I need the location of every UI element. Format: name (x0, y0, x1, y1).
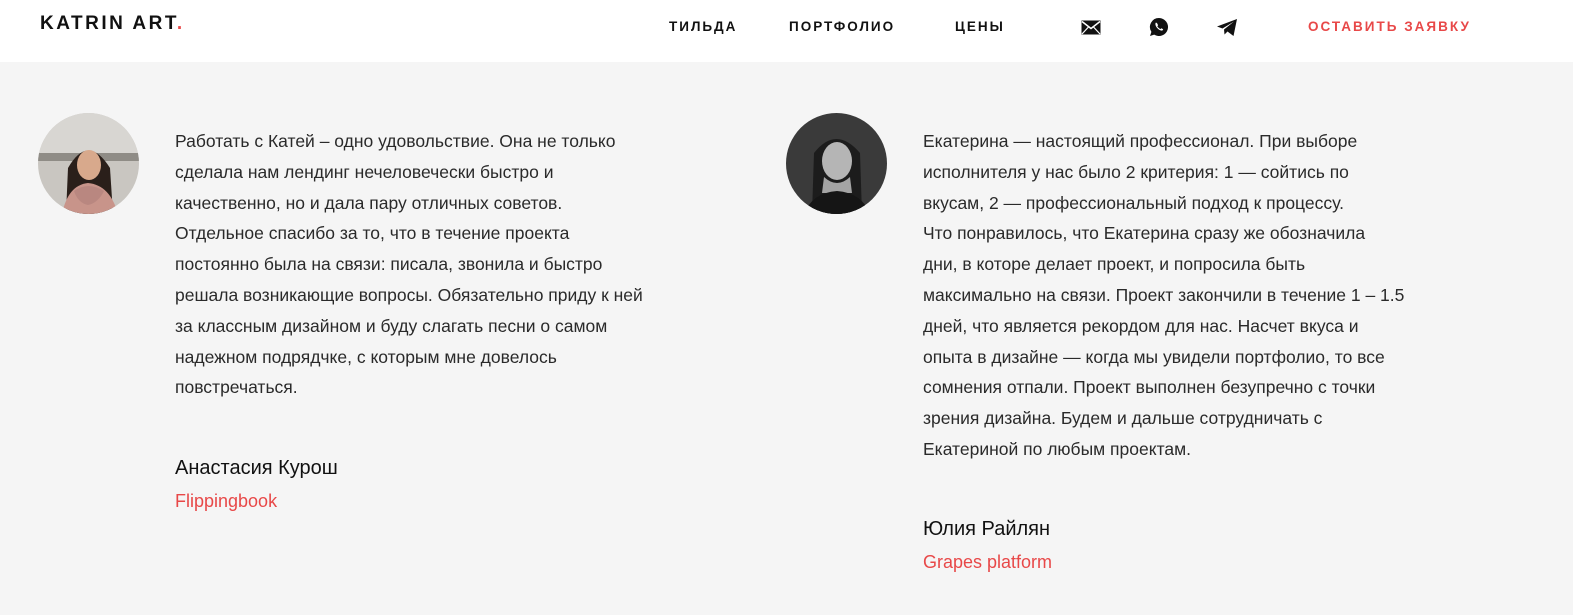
review-author-company[interactable]: Grapes platform (923, 552, 1052, 573)
logo[interactable]: KATRIN ART. (40, 13, 185, 35)
leave-request-button[interactable]: ОСТАВИТЬ ЗАЯВКУ (1308, 19, 1471, 34)
review-text: Екатерина — настоящий профессионал. При … (923, 131, 1405, 459)
logo-text: KATRIN ART (40, 13, 177, 34)
site-header: KATRIN ART. ТИЛЬДА ПОРТФОЛИО ЦЕНЫ ОСТАВИ… (0, 0, 1573, 62)
telegram-icon[interactable] (1216, 18, 1238, 42)
reviewer-avatar (38, 113, 139, 214)
review-author-name: Анастасия Курош (175, 457, 338, 479)
logo-dot: . (176, 13, 185, 34)
nav-portfolio[interactable]: ПОРТФОЛИО (789, 19, 895, 34)
nav-tilda[interactable]: ТИЛЬДА (669, 19, 737, 34)
review-author-company[interactable]: Flippingbook (175, 491, 277, 512)
reviewer-avatar (786, 113, 887, 214)
whatsapp-icon[interactable] (1149, 17, 1169, 42)
nav-prices[interactable]: ЦЕНЫ (955, 19, 1005, 34)
mail-icon[interactable] (1081, 20, 1101, 40)
review-text: Работать с Катей – одно удовольствие. Он… (175, 131, 643, 398)
review-author-name: Юлия Райлян (923, 518, 1051, 540)
